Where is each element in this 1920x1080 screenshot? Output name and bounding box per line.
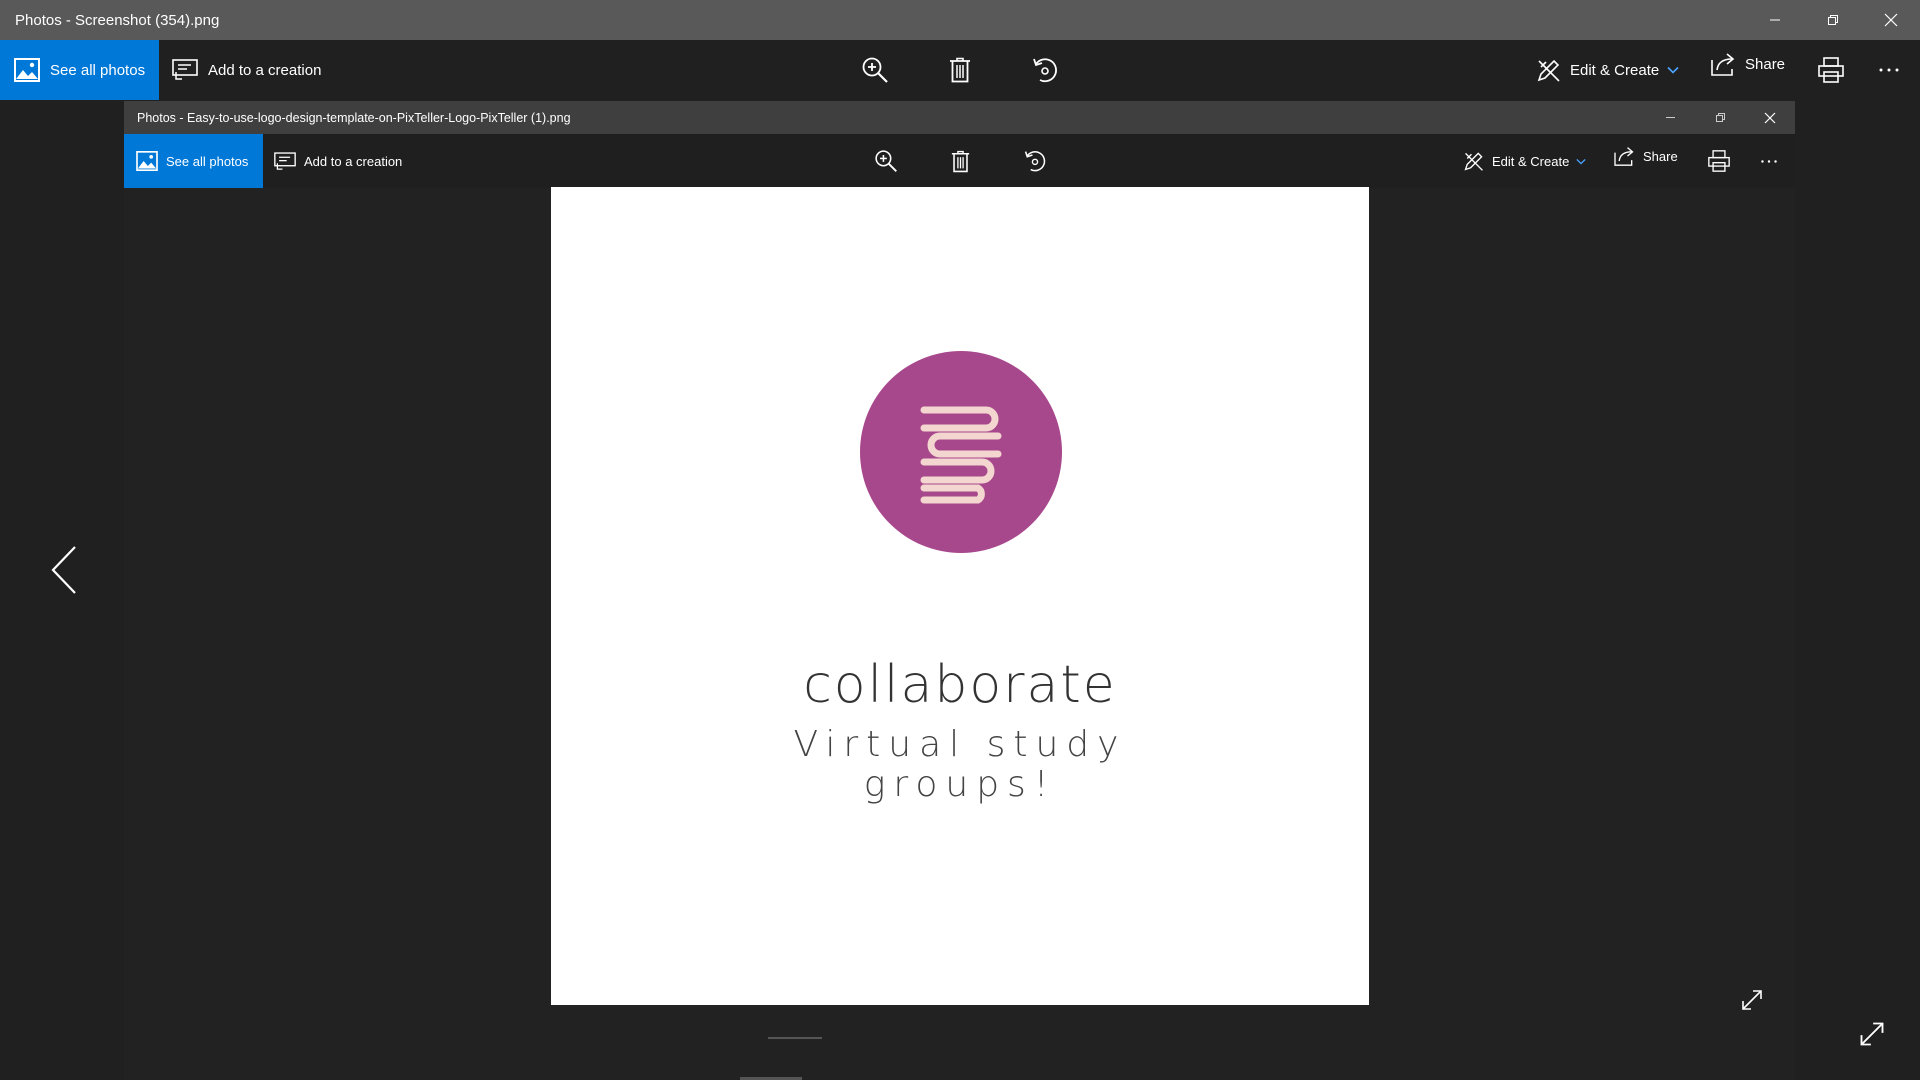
outer-more-button[interactable]: [1869, 50, 1909, 90]
edit-create-icon: [1537, 59, 1560, 82]
expand-icon: [1742, 990, 1762, 1010]
delete-icon: [950, 57, 970, 83]
edit-create-icon: [1464, 152, 1483, 171]
inner-share-button[interactable]: Share: [1614, 129, 1678, 183]
outer-add-to-creation-button[interactable]: Add to a creation: [172, 40, 321, 100]
creation-icon: [274, 151, 296, 170]
inner-delete-button[interactable]: [942, 143, 978, 179]
restore-icon: [1828, 15, 1838, 25]
inner-photos-window: Photos - Easy-to-use-logo-design-templat…: [124, 101, 1795, 1080]
inner-toolbar: See all photos Add to a creation Edit & …: [124, 134, 1795, 188]
inner-add-to-creation-button[interactable]: Add to a creation: [274, 134, 402, 188]
inner-see-all-photos-label: See all photos: [166, 153, 249, 169]
share-icon: [1614, 147, 1634, 166]
outer-title-bar: Photos - Screenshot (354).png: [0, 0, 1920, 40]
outer-expand-button[interactable]: [1858, 1020, 1892, 1054]
outer-close-button[interactable]: [1862, 0, 1920, 40]
inner-title-bar: Photos - Easy-to-use-logo-design-templat…: [124, 101, 1795, 134]
inner-rotate-button[interactable]: [1017, 143, 1053, 179]
inner-edit-create-label: Edit & Create: [1492, 153, 1570, 169]
chevron-down-icon: [1576, 158, 1586, 165]
filmstrip-handle[interactable]: [768, 1037, 822, 1039]
rotate-icon: [1033, 58, 1057, 83]
print-icon: [1708, 150, 1730, 172]
outer-edit-create-button[interactable]: Edit & Create: [1536, 40, 1679, 100]
zoom-in-icon: [875, 150, 897, 172]
outer-rotate-button[interactable]: [1025, 50, 1065, 90]
inner-zoom-in-button[interactable]: [868, 143, 904, 179]
inner-print-button[interactable]: [1701, 143, 1737, 179]
chevron-down-icon: [1667, 66, 1679, 74]
chevron-left-icon: [51, 546, 76, 594]
outer-edit-create-label: Edit & Create: [1570, 61, 1660, 79]
logo-title: collaborate: [803, 655, 1117, 715]
restore-icon: [1715, 113, 1725, 122]
zoom-in-icon: [862, 57, 888, 83]
previous-photo-button[interactable]: [44, 540, 84, 600]
inner-close-button[interactable]: [1745, 101, 1795, 134]
outer-window-title: Photos - Screenshot (354).png: [15, 11, 220, 29]
logo-subtitle-line2: groups!: [863, 764, 1057, 805]
inner-add-to-creation-label: Add to a creation: [304, 153, 403, 169]
share-icon: [1711, 53, 1735, 76]
more-icon: [1879, 68, 1899, 72]
logo-subtitle-line1: Virtual study: [793, 724, 1127, 765]
inner-see-all-photos-button[interactable]: See all photos: [124, 134, 263, 188]
outer-restore-button[interactable]: [1804, 0, 1862, 40]
inner-restore-button[interactable]: [1695, 101, 1745, 134]
logo-circle: [860, 351, 1062, 553]
inner-more-button[interactable]: [1751, 143, 1787, 179]
print-icon: [1818, 57, 1844, 83]
inner-edit-create-button[interactable]: Edit & Create: [1463, 134, 1586, 188]
outer-delete-button[interactable]: [940, 50, 980, 90]
photo-canvas[interactable]: collaborate Virtual study groups!: [551, 187, 1369, 1005]
inner-share-label: Share: [1643, 148, 1678, 164]
outer-zoom-in-button[interactable]: [855, 50, 895, 90]
inner-window-title: Photos - Easy-to-use-logo-design-templat…: [137, 110, 571, 125]
more-icon: [1761, 159, 1777, 163]
outer-see-all-photos-label: See all photos: [50, 61, 146, 79]
rotate-icon: [1024, 151, 1046, 172]
outer-print-button[interactable]: [1811, 50, 1851, 90]
outer-see-all-photos-button[interactable]: See all photos: [0, 40, 159, 100]
outer-share-label: Share: [1745, 55, 1786, 73]
image-icon: [14, 58, 40, 82]
delete-icon: [951, 150, 969, 172]
image-icon: [136, 151, 158, 171]
creation-icon: [172, 59, 198, 80]
logo-subtitle: Virtual study groups!: [551, 725, 1369, 805]
close-icon: [1764, 112, 1776, 123]
minimize-icon: [1665, 117, 1675, 118]
minimize-icon: [1770, 19, 1780, 21]
outer-toolbar: See all photos Add to a creation Edit & …: [0, 40, 1920, 100]
outer-share-button[interactable]: Share: [1711, 34, 1785, 94]
close-icon: [1884, 13, 1898, 27]
inner-expand-button[interactable]: [1740, 988, 1774, 1022]
outer-add-to-creation-label: Add to a creation: [208, 61, 322, 79]
books-icon: [920, 406, 1002, 504]
expand-icon: [1860, 1022, 1884, 1046]
